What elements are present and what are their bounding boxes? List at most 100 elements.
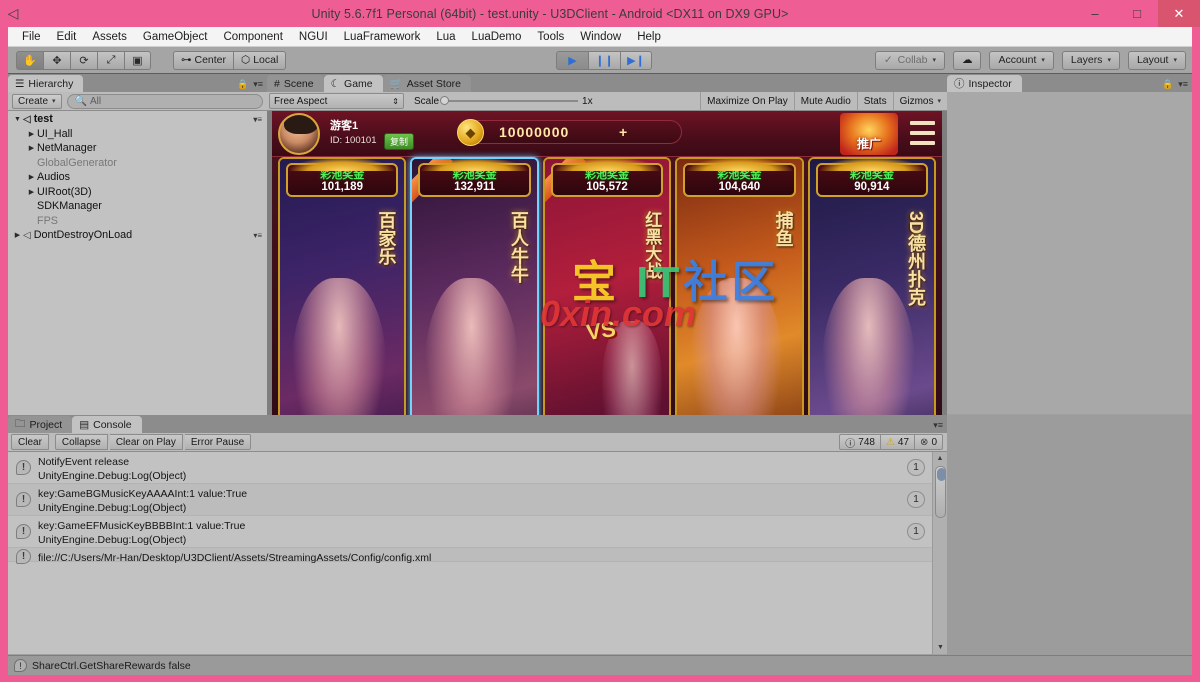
chevron-right-icon[interactable]: ▶ <box>26 188 37 196</box>
tree-row[interactable]: GlobalGenerator <box>8 156 267 171</box>
warning-count[interactable]: ⚠ 47 <box>880 434 916 450</box>
menu-window[interactable]: Window <box>572 28 629 46</box>
panel-menu-icon[interactable]: ▾≡ <box>253 79 263 90</box>
chevron-right-icon[interactable]: ▶ <box>26 144 37 152</box>
game-card-fishing[interactable]: 捕鱼 彩池奖金 104,640 <box>675 157 804 433</box>
space-mode-button[interactable]: ⬡ Local <box>233 50 287 70</box>
log-entry[interactable]: ! key:GameEFMusicKeyBBBBInt:1 value:True… <box>8 516 947 548</box>
move-tool-icon[interactable]: ✥ <box>43 50 70 70</box>
tree-row[interactable]: FPS <box>8 214 267 229</box>
tree-row[interactable]: ▶ Audios <box>8 170 267 185</box>
create-button[interactable]: Create ▾ <box>12 93 62 109</box>
tree-row[interactable]: ▶ UI_Hall <box>8 127 267 142</box>
account-button[interactable]: Account ▾ <box>989 50 1054 70</box>
status-bar[interactable]: ! ShareCtrl.GetShareRewards false <box>8 655 1192 675</box>
console-log-list[interactable]: ! NotifyEvent release UnityEngine.Debug:… <box>8 452 947 654</box>
error-pause-toggle[interactable]: Error Pause <box>184 434 252 450</box>
panel-menu-icon[interactable]: ▾≡ <box>933 420 943 431</box>
menu-file[interactable]: File <box>14 28 49 46</box>
log-entry[interactable]: ! key:GameBGMusicKeyAAAAInt:1 value:True… <box>8 484 947 516</box>
game-render-canvas[interactable]: 游客1 ID: 100101 复制 ◆ 10000000 + 推广 百家乐 彩池… <box>267 111 947 433</box>
menu-tools[interactable]: Tools <box>529 28 572 46</box>
clear-on-play-toggle[interactable]: Clear on Play <box>109 434 183 450</box>
jackpot-banner: 彩池奖金 105,572 <box>550 159 664 197</box>
menu-assets[interactable]: Assets <box>84 28 135 46</box>
scene-menu-icon[interactable]: ▾≡ <box>253 231 262 240</box>
hand-tool-icon[interactable]: ✋ <box>16 50 43 70</box>
pivot-mode-button[interactable]: ⊶ Center <box>173 50 234 70</box>
chevron-down-icon[interactable]: ▼ <box>12 116 23 123</box>
lock-icon[interactable]: 🔒 <box>1162 79 1173 90</box>
chevron-right-icon[interactable]: ▶ <box>26 130 37 138</box>
scale-slider[interactable] <box>440 96 579 105</box>
tab-inspector[interactable]: ⓘ Inspector <box>947 75 1022 92</box>
avatar[interactable] <box>278 113 320 155</box>
stats-toggle[interactable]: Stats <box>856 91 893 111</box>
tree-row[interactable]: ▶ UIRoot(3D) <box>8 185 267 200</box>
maximize-button[interactable]: □ <box>1116 0 1158 27</box>
hierarchy-search-input[interactable]: 🔍 All <box>66 93 263 109</box>
mute-audio-toggle[interactable]: Mute Audio <box>793 91 857 111</box>
game-card-baccarat[interactable]: 百家乐 彩池奖金 101,189 <box>278 157 407 433</box>
hamburger-menu-icon[interactable] <box>910 121 935 145</box>
minimize-button[interactable]: – <box>1074 0 1116 27</box>
chevron-right-icon[interactable]: ▶ <box>12 231 23 239</box>
clear-button[interactable]: Clear <box>11 434 49 450</box>
aspect-ratio-dropdown[interactable]: Free Aspect ⇕ <box>269 93 404 109</box>
gizmos-dropdown[interactable]: Gizmos ▾ <box>892 91 947 111</box>
scroll-down-arrow-icon[interactable]: ▼ <box>933 641 947 654</box>
tree-row[interactable]: SDKManager <box>8 199 267 214</box>
menu-help[interactable]: Help <box>629 28 669 46</box>
tab-scene[interactable]: # Scene <box>267 75 324 92</box>
menu-luademo[interactable]: LuaDemo <box>464 28 530 46</box>
step-button[interactable]: ▶❙ <box>620 50 652 70</box>
promo-button[interactable]: 推广 <box>840 113 898 155</box>
scale-tool-icon[interactable]: ⤢ <box>97 50 124 70</box>
tree-row[interactable]: ▼ ◁ test ▾≡ <box>8 112 267 127</box>
scale-slider-knob[interactable] <box>440 96 450 105</box>
maximize-on-play-toggle[interactable]: Maximize On Play <box>700 91 794 111</box>
scrollbar-thumb[interactable] <box>935 466 946 518</box>
rotate-tool-icon[interactable]: ⟳ <box>70 50 97 70</box>
pause-button[interactable]: ❙❙ <box>588 50 620 70</box>
menu-component[interactable]: Component <box>215 28 290 46</box>
error-count[interactable]: ⊗ 0 <box>915 434 943 450</box>
rect-tool-icon[interactable]: ▣ <box>124 50 151 70</box>
log-entry[interactable]: ! NotifyEvent release UnityEngine.Debug:… <box>8 452 947 484</box>
cloud-button[interactable]: ☁ <box>952 50 982 70</box>
tab-console[interactable]: ▤ Console <box>72 416 142 433</box>
collapse-toggle[interactable]: Collapse <box>54 434 108 450</box>
collab-button[interactable]: ✓ Collab ▾ <box>874 50 945 70</box>
tab-game[interactable]: ☾ Game <box>323 75 383 92</box>
layout-button[interactable]: Layout ▾ <box>1127 50 1186 70</box>
scroll-up-arrow-icon[interactable]: ▲ <box>933 452 947 465</box>
play-button[interactable]: ▶ <box>556 50 588 70</box>
tab-hierarchy[interactable]: ☰ Hierarchy <box>8 75 84 92</box>
menu-ngui[interactable]: NGUI <box>291 28 336 46</box>
mobile-game-screen: 游客1 ID: 100101 复制 ◆ 10000000 + 推广 百家乐 彩池… <box>272 111 942 433</box>
game-card-niuniu[interactable]: คาสิโนสงกรานต์ 下载 百人牛牛 彩池奖金 132,911 <box>410 157 539 433</box>
menu-luaframework[interactable]: LuaFramework <box>336 28 429 46</box>
game-card-texas-holdem[interactable]: 3D德州扑克 彩池奖金 90,914 <box>807 157 937 433</box>
close-button[interactable]: ✕ <box>1158 0 1200 27</box>
menu-lua[interactable]: Lua <box>428 28 463 46</box>
scene-icon: ◁ <box>23 113 31 125</box>
log-entry[interactable]: ! file://C:/Users/Mr-Han/Desktop/U3DClie… <box>8 548 947 564</box>
menu-edit[interactable]: Edit <box>49 28 85 46</box>
tab-project[interactable]: 🗀 Project <box>8 416 73 433</box>
info-count[interactable]: ⓘ 748 <box>839 434 881 450</box>
scene-menu-icon[interactable]: ▾≡ <box>253 115 262 124</box>
menu-gameobject[interactable]: GameObject <box>135 28 216 46</box>
game-card-redblack[interactable]: 下载 红黑大战 VS 彩池奖金 105,572 <box>542 157 672 433</box>
tree-row[interactable]: ▶ ◁ DontDestroyOnLoad ▾≡ <box>8 228 267 243</box>
info-icon: ! <box>16 524 31 539</box>
tree-row[interactable]: ▶ NetManager <box>8 141 267 156</box>
console-scrollbar[interactable]: ▲ ▼ <box>932 452 947 654</box>
lock-icon[interactable]: 🔒 <box>237 79 248 90</box>
tab-asset-store[interactable]: 🛒 Asset Store <box>382 75 471 92</box>
copy-id-button[interactable]: 复制 <box>384 133 415 150</box>
panel-menu-icon[interactable]: ▾≡ <box>1178 79 1188 90</box>
add-coins-button[interactable]: + <box>619 124 627 140</box>
chevron-right-icon[interactable]: ▶ <box>26 173 37 181</box>
layers-button[interactable]: Layers ▾ <box>1061 50 1120 70</box>
